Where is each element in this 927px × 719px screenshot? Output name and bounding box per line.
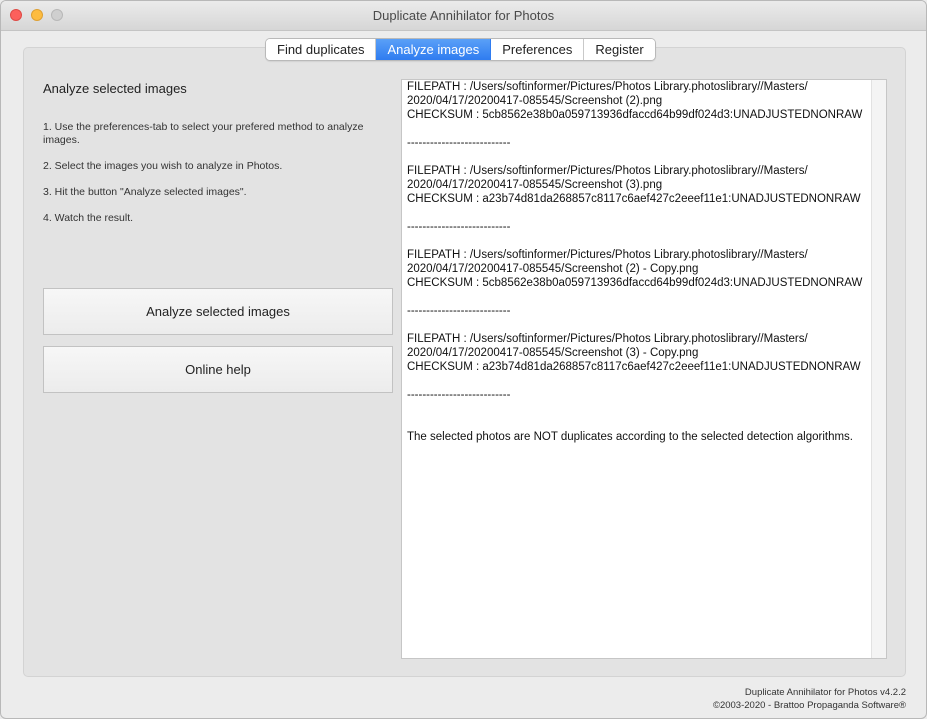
copyright-text: ©2003-2020 - Brattoo Propaganda Software… — [712, 700, 906, 711]
instruction-step: 1. Use the preferences-tab to select you… — [43, 121, 364, 146]
online-help-button[interactable]: Online help — [43, 346, 393, 393]
app-window: Duplicate Annihilator for Photos Find du… — [0, 0, 927, 719]
instructions-list: 1. Use the preferences-tab to select you… — [43, 121, 373, 238]
version-text: Duplicate Annihilator for Photos v4.2.2 — [744, 687, 906, 698]
tab-bar: Find duplicates Analyze images Preferenc… — [265, 38, 656, 61]
instruction-step: 2. Select the images you wish to analyze… — [43, 160, 283, 172]
section-heading: Analyze selected images — [43, 81, 187, 96]
result-text-area[interactable]: FILEPATH : /Users/softinformer/Pictures/… — [401, 79, 887, 659]
analyze-selected-images-button[interactable]: Analyze selected images — [43, 288, 393, 335]
tab-analyze-images[interactable]: Analyze images — [376, 39, 492, 60]
tab-register[interactable]: Register — [584, 39, 655, 60]
window-title: Duplicate Annihilator for Photos — [372, 8, 555, 23]
result-text: FILEPATH : /Users/softinformer/Pictures/… — [407, 81, 863, 443]
instruction-step: 4. Watch the result. — [43, 212, 134, 224]
tab-preferences[interactable]: Preferences — [491, 39, 585, 60]
tab-find-duplicates[interactable]: Find duplicates — [266, 39, 377, 60]
instruction-step: 3. Hit the button "Analyze selected imag… — [43, 186, 247, 198]
vertical-scrollbar[interactable] — [871, 80, 886, 658]
footer-info: Duplicate Annihilator for Photos v4.2.2 … — [713, 686, 906, 712]
title-bar[interactable]: Duplicate Annihilator for Photos — [1, 1, 926, 31]
